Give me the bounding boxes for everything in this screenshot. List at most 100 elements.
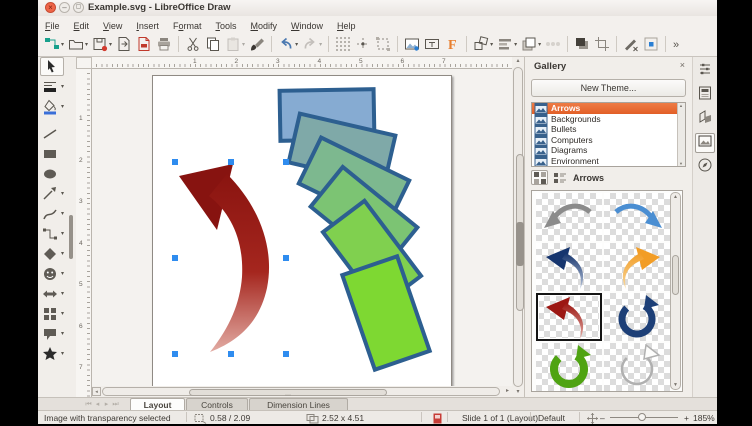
gallery-thumbnail-red-arrow[interactable] — [536, 293, 602, 341]
next-page-button[interactable]: ▸ — [102, 399, 111, 410]
flowchart-dropdown-icon[interactable]: ▾ — [61, 310, 64, 317]
gallery-thumbnail-green-circle-arrow[interactable] — [536, 343, 602, 391]
basic-shapes-tool[interactable]: ▾ — [40, 244, 64, 263]
gallery-thumbnail-navy-arrow[interactable] — [536, 243, 602, 291]
insert-image-icon[interactable] — [403, 34, 421, 54]
copy-icon[interactable] — [204, 34, 222, 54]
export-pdf-icon[interactable] — [135, 34, 153, 54]
vscroll-down-arrow[interactable]: ▾ — [513, 388, 523, 397]
menu-format[interactable]: Format — [166, 19, 209, 31]
theme-item-environment[interactable]: Environment — [532, 156, 685, 167]
horizontal-scrollbar[interactable]: ◂ ⋯ ▸ — [92, 386, 512, 397]
open-folder-dropdown-icon[interactable]: ▾ — [85, 41, 88, 48]
redo-dropdown-icon[interactable]: ▾ — [319, 41, 322, 48]
minimize-button[interactable]: – — [59, 2, 70, 13]
theme-list-scrollbar[interactable]: ▲▼ — [677, 103, 685, 166]
selection-handle[interactable] — [172, 351, 178, 357]
flowchart-tool[interactable]: ▾ — [40, 304, 64, 323]
transformations-icon[interactable]: ▾ — [472, 34, 494, 54]
gallery-thumbnail-orange-arrow[interactable] — [604, 243, 670, 291]
menu-file[interactable]: File — [38, 19, 67, 31]
gallery-thumbnail-navy-circle-arrow[interactable] — [604, 293, 670, 341]
vscroll-up-arrow[interactable]: ▴ — [513, 57, 523, 66]
cut-icon[interactable] — [184, 34, 202, 54]
menu-view[interactable]: View — [96, 19, 129, 31]
hscroll-right-arrow[interactable]: ▸ — [503, 387, 512, 396]
last-page-button[interactable]: ⏭ — [111, 399, 120, 410]
gallery-thumbnail-gray-curved-arrow[interactable] — [536, 193, 602, 241]
hscroll-thumb[interactable]: ⋯ — [189, 389, 387, 396]
tab-controls[interactable]: Controls — [186, 398, 248, 410]
new-theme-button[interactable]: New Theme... — [531, 79, 686, 97]
connector-tool[interactable]: ▾ — [40, 224, 64, 243]
sidebar-tab-gallery[interactable] — [695, 133, 715, 153]
lines-and-arrows-tool[interactable]: ▾ — [40, 184, 64, 203]
selection-handle[interactable] — [228, 159, 234, 165]
hscroll-left-box[interactable]: ◂ — [92, 387, 101, 396]
icon-view-button[interactable] — [531, 170, 548, 185]
overflow-icon[interactable]: » — [671, 34, 685, 54]
transformations-dropdown-icon[interactable]: ▾ — [490, 41, 493, 48]
sidebar-tab-properties[interactable] — [695, 61, 715, 81]
fontwork-icon[interactable]: F — [443, 34, 461, 54]
hscroll-track[interactable]: ⋯ — [102, 387, 500, 396]
tab-dimension-lines[interactable]: Dimension Lines — [249, 398, 348, 410]
curve-dropdown-icon[interactable]: ▾ — [61, 210, 64, 217]
drawing-page[interactable] — [152, 75, 452, 386]
detail-view-button[interactable] — [551, 170, 568, 185]
selection-handle[interactable] — [283, 255, 289, 261]
menu-window[interactable]: Window — [284, 19, 330, 31]
theme-item-diagrams[interactable]: Diagrams — [532, 145, 685, 156]
thumb-scroll-down[interactable]: ▼ — [671, 382, 680, 388]
symbol-shapes-dropdown-icon[interactable]: ▾ — [61, 270, 64, 277]
stars-dropdown-icon[interactable]: ▾ — [61, 350, 64, 357]
fit-slide-icon[interactable] — [587, 413, 598, 426]
align-dropdown-icon[interactable]: ▾ — [514, 41, 517, 48]
arrange-icon[interactable]: ▾ — [520, 34, 542, 54]
helplines-icon[interactable] — [374, 34, 392, 54]
basic-shapes-dropdown-icon[interactable]: ▾ — [61, 250, 64, 257]
callouts-dropdown-icon[interactable]: ▾ — [61, 330, 64, 337]
shadow-icon[interactable] — [573, 34, 591, 54]
callouts-tool[interactable]: ▾ — [40, 324, 64, 343]
open-folder-icon[interactable]: ▾ — [67, 34, 89, 54]
red-curved-arrow-shape[interactable] — [179, 164, 269, 352]
stars-tool[interactable]: ▾ — [40, 344, 64, 363]
previous-page-button[interactable]: ◂ — [93, 399, 102, 410]
glue-points-icon[interactable] — [642, 34, 660, 54]
menu-tools[interactable]: Tools — [208, 19, 243, 31]
fill-color-dropdown-icon[interactable]: ▾ — [61, 103, 64, 110]
insert-textbox-icon[interactable] — [423, 34, 441, 54]
gallery-close-icon[interactable]: × — [680, 60, 685, 70]
selection-handle[interactable] — [228, 351, 234, 357]
maximize-button[interactable]: ▢ — [73, 2, 84, 13]
gallery-thumbnail-outline-circle-arrow[interactable] — [604, 343, 670, 391]
symbol-shapes-tool[interactable]: ▾ — [40, 264, 64, 283]
undo-dropdown-icon[interactable]: ▾ — [295, 41, 298, 48]
zoom-in-button[interactable]: + — [684, 413, 689, 423]
selection-handle[interactable] — [172, 159, 178, 165]
paste-dropdown-icon[interactable]: ▾ — [242, 41, 245, 48]
block-arrows-dropdown-icon[interactable]: ▾ — [61, 290, 64, 297]
display-grid-icon[interactable] — [334, 34, 352, 54]
selection-handle[interactable] — [283, 351, 289, 357]
new-drawing-icon[interactable]: ▾ — [43, 34, 65, 54]
sidebar-tab-shapes[interactable] — [695, 109, 715, 129]
ellipse-tool[interactable] — [40, 164, 64, 183]
thumbnails-scrollbar[interactable]: ▲▼ — [670, 192, 681, 390]
insert-line-tool[interactable] — [40, 124, 64, 143]
arrange-dropdown-icon[interactable]: ▾ — [538, 41, 541, 48]
block-arrows-tool[interactable]: ▾ — [40, 284, 64, 303]
line-and-filling-dropdown-icon[interactable]: ▾ — [61, 83, 64, 90]
zoom-level[interactable]: 185% — [693, 413, 715, 423]
save-dropdown-icon[interactable]: ▾ — [109, 41, 112, 48]
tab-layout[interactable]: Layout — [130, 398, 185, 410]
curve-tool[interactable]: ▾ — [40, 204, 64, 223]
menu-insert[interactable]: Insert — [129, 19, 166, 31]
crop-icon[interactable] — [593, 34, 611, 54]
splitter-grip[interactable] — [69, 215, 73, 259]
selection-handle[interactable] — [283, 159, 289, 165]
theme-item-backgrounds[interactable]: Backgrounds — [532, 114, 685, 125]
sidebar-tab-navigator[interactable] — [695, 157, 715, 177]
menu-edit[interactable]: Edit — [67, 19, 97, 31]
